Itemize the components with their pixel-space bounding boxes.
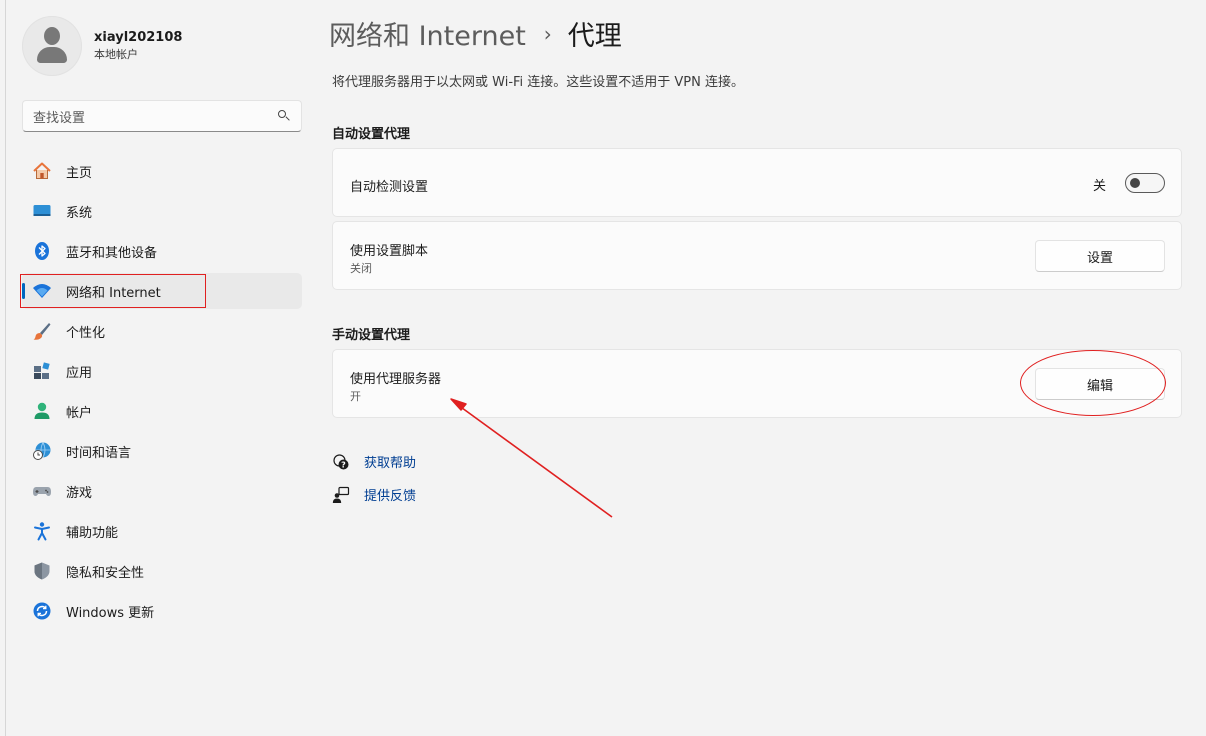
search-icon[interactable]: [277, 109, 291, 123]
sidebar-item-apps[interactable]: 应用: [22, 353, 302, 389]
get-help-link[interactable]: ? 获取帮助: [332, 452, 416, 471]
proxy-server-title: 使用代理服务器: [350, 372, 442, 387]
give-feedback-link[interactable]: 提供反馈: [332, 485, 416, 504]
section-title-auto-proxy: 自动设置代理: [332, 127, 411, 142]
home-icon: [32, 161, 52, 181]
feedback-icon: [332, 486, 350, 504]
sidebar: xiayl202108 本地帐户 查找设置 主页 系统 蓝牙和其他设备 网络和 …: [0, 0, 320, 736]
time-language-icon: [32, 441, 52, 461]
sidebar-item-gaming[interactable]: 游戏: [22, 473, 302, 509]
auto-detect-title: 自动检测设置: [350, 180, 429, 195]
breadcrumb-parent[interactable]: 网络和 Internet: [329, 14, 526, 53]
toggle-knob: [1130, 178, 1140, 188]
update-icon: [32, 601, 52, 621]
sidebar-item-bluetooth[interactable]: 蓝牙和其他设备: [22, 233, 302, 269]
bluetooth-icon: [32, 241, 52, 261]
setup-script-title: 使用设置脚本: [350, 244, 429, 259]
get-help-label: 获取帮助: [364, 456, 417, 471]
sidebar-item-label: 应用: [66, 365, 93, 381]
breadcrumb-separator: ›: [543, 21, 552, 46]
shield-icon: [32, 561, 52, 581]
sidebar-item-label: 辅助功能: [66, 525, 119, 541]
proxy-server-card: 使用代理服务器 开 编辑: [332, 349, 1182, 418]
section-title-manual-proxy: 手动设置代理: [332, 328, 411, 343]
sidebar-item-label: 帐户: [66, 405, 93, 421]
profile-name: xiayl202108: [94, 30, 183, 45]
wifi-icon: [32, 281, 52, 301]
sidebar-item-home[interactable]: 主页: [22, 153, 302, 189]
profile-account-type: 本地帐户: [94, 48, 138, 61]
setup-script-button[interactable]: 设置: [1035, 240, 1165, 272]
sidebar-item-system[interactable]: 系统: [22, 193, 302, 229]
selection-indicator: [22, 283, 25, 299]
settings-window: xiayl202108 本地帐户 查找设置 主页 系统 蓝牙和其他设备 网络和 …: [0, 0, 1206, 736]
search-input[interactable]: 查找设置: [22, 100, 302, 132]
gamepad-icon: [32, 481, 52, 501]
sidebar-item-accessibility[interactable]: 辅助功能: [22, 513, 302, 549]
sidebar-item-label: 主页: [66, 165, 93, 181]
sidebar-item-label: 蓝牙和其他设备: [66, 245, 158, 261]
sidebar-item-accounts[interactable]: 帐户: [22, 393, 302, 429]
give-feedback-label: 提供反馈: [364, 489, 417, 504]
account-icon: [32, 401, 52, 421]
sidebar-item-network[interactable]: 网络和 Internet: [22, 273, 302, 309]
sidebar-item-time-language[interactable]: 时间和语言: [22, 433, 302, 469]
proxy-server-status: 开: [350, 390, 361, 403]
auto-detect-card: 自动检测设置 关: [332, 148, 1182, 217]
sidebar-item-label: 隐私和安全性: [66, 565, 145, 581]
sidebar-item-label: 时间和语言: [66, 445, 132, 461]
auto-detect-toggle[interactable]: [1125, 173, 1165, 193]
auto-detect-state: 关: [1092, 179, 1106, 194]
setup-script-status: 关闭: [350, 262, 372, 275]
help-icon: ?: [332, 453, 350, 471]
breadcrumb: 网络和 Internet › 代理: [329, 14, 622, 53]
sidebar-nav: 主页 系统 蓝牙和其他设备 网络和 Internet 个性化 应用 帐户 时间和…: [22, 153, 302, 633]
sidebar-item-windows-update[interactable]: Windows 更新: [22, 593, 302, 629]
edit-proxy-button[interactable]: 编辑: [1035, 368, 1165, 400]
sidebar-item-label: Windows 更新: [66, 605, 155, 621]
sidebar-item-privacy[interactable]: 隐私和安全性: [22, 553, 302, 589]
sidebar-item-label: 系统: [66, 205, 93, 221]
page-title: 代理: [567, 21, 622, 52]
system-icon: [32, 201, 52, 221]
avatar: [22, 16, 82, 76]
user-profile[interactable]: xiayl202108 本地帐户: [22, 16, 182, 76]
brush-icon: [32, 321, 52, 341]
page-description: 将代理服务器用于以太网或 Wi-Fi 连接。这些设置不适用于 VPN 连接。: [332, 75, 745, 90]
setup-script-card: 使用设置脚本 关闭 设置: [332, 221, 1182, 290]
sidebar-item-label: 游戏: [66, 485, 93, 501]
apps-icon: [32, 361, 52, 381]
sidebar-item-label: 个性化: [66, 325, 106, 341]
accessibility-icon: [32, 521, 52, 541]
sidebar-item-label: 网络和 Internet: [66, 285, 161, 301]
sidebar-item-personalization[interactable]: 个性化: [22, 313, 302, 349]
search-placeholder: 查找设置: [33, 110, 86, 126]
svg-text:?: ?: [341, 460, 346, 469]
